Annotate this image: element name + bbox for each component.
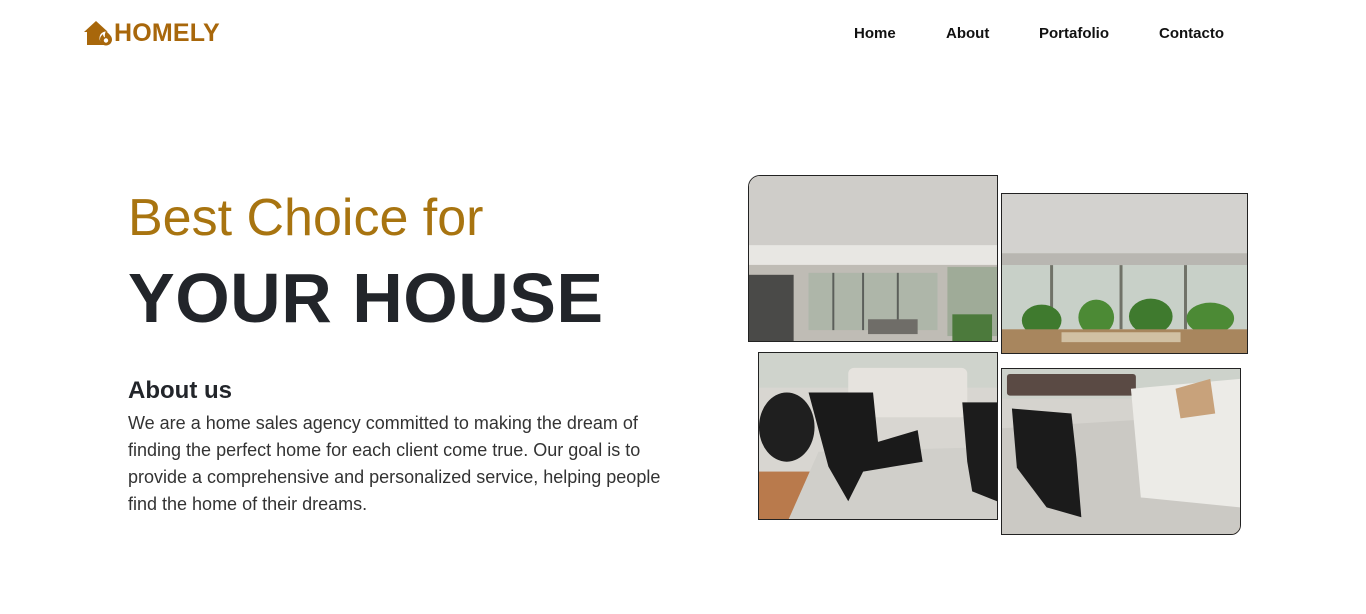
hero-subtitle: Best Choice for <box>128 189 484 247</box>
nav-home[interactable]: Home <box>854 24 896 44</box>
about-text: We are a home sales agency committed to … <box>128 413 661 514</box>
patio-glass-wall-photo <box>1001 193 1248 354</box>
sofa-armchair-photo <box>1001 368 1241 535</box>
nav-about[interactable]: About <box>946 24 989 44</box>
living-room-interior-photo <box>748 175 998 342</box>
nav-portfolio[interactable]: Portafolio <box>1039 24 1109 44</box>
nav-contact[interactable]: Contacto <box>1159 24 1224 44</box>
hero-title: YOUR HOUSE <box>128 259 604 337</box>
main-nav: Home About Portafolio Contacto <box>0 24 1366 44</box>
lounge-chairs-photo <box>758 352 998 520</box>
about-heading: About us <box>128 377 232 404</box>
